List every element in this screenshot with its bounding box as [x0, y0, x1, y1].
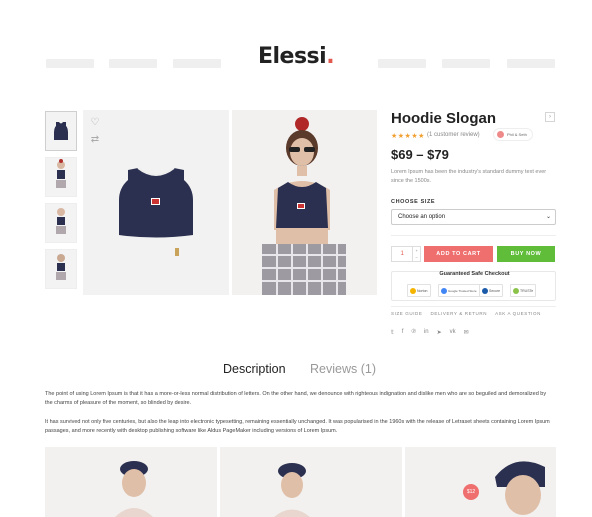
quantity-arrows: + −: [412, 247, 420, 261]
checkout-title: Guaranteed Safe Checkout: [439, 271, 510, 277]
twitter-icon[interactable]: 𝕥: [391, 329, 394, 336]
nav-link-placeholder[interactable]: [378, 59, 426, 68]
next-product-arrow-icon[interactable]: ›: [545, 112, 555, 122]
logo-text: Elessi: [257, 44, 327, 69]
size-guide-link[interactable]: SIZE GUIDE: [391, 311, 423, 316]
logo-dot: .: [326, 44, 335, 69]
product-image-main[interactable]: ♡ ⇄: [83, 110, 229, 295]
ask-question-link[interactable]: ASK A QUESTION: [495, 311, 541, 316]
thumbnail-tank-top[interactable]: [45, 111, 77, 151]
rating-stars: ★★★★★: [391, 133, 425, 140]
product-image-model[interactable]: [232, 110, 377, 295]
norton-badge: Norton: [407, 284, 431, 297]
share-icons: 𝕥 f ℗ in ➤ vk ✉: [391, 329, 469, 336]
nav-link-placeholder[interactable]: [507, 59, 555, 68]
description-paragraph: The point of using Lorem Ipsum is that i…: [45, 391, 547, 406]
site-logo[interactable]: Elessi.: [0, 44, 592, 69]
tab-description[interactable]: Description: [223, 362, 286, 376]
add-to-cart-button[interactable]: ADD TO CART: [424, 246, 493, 262]
size-select-value: Choose an option: [398, 214, 446, 220]
nav-link-placeholder[interactable]: [442, 59, 490, 68]
price-badge: $12: [463, 484, 479, 500]
quantity-value[interactable]: 1: [392, 247, 412, 261]
badge-label: Norton: [417, 288, 428, 293]
delivery-return-link[interactable]: DELIVERY & RETURN: [431, 311, 488, 316]
google-badge: Google Trusted Store: [438, 284, 480, 297]
pinterest-icon[interactable]: ℗: [411, 329, 415, 336]
facebook-icon[interactable]: f: [402, 329, 404, 336]
norton-check-icon: [410, 287, 416, 294]
size-label: CHOOSE SIZE: [391, 199, 436, 205]
avatar-icon: [497, 131, 504, 138]
description-paragraph: It has survived not only five centuries,…: [45, 419, 550, 434]
lifestyle-image: [220, 447, 402, 517]
badge-label: Google Trusted Store: [448, 288, 477, 293]
truste-icon: [513, 287, 519, 294]
badge-label: Secure: [489, 288, 501, 293]
review-count-link[interactable]: (1 customer review): [427, 132, 480, 138]
viewing-text: Phil & Seth: [507, 132, 527, 137]
secure-icon: [482, 287, 488, 294]
lifestyle-image: [405, 447, 556, 517]
thumbnail-model-back[interactable]: [45, 249, 77, 289]
tab-reviews[interactable]: Reviews (1): [310, 362, 376, 376]
lifestyle-image: [45, 447, 217, 517]
linkedin-icon[interactable]: in: [424, 329, 429, 336]
chevron-down-icon: ⌄: [545, 214, 551, 220]
increase-icon[interactable]: +: [413, 247, 420, 254]
compare-icon[interactable]: ⇄: [88, 132, 102, 146]
decrease-icon[interactable]: −: [413, 254, 420, 261]
vk-icon[interactable]: vk: [450, 329, 456, 336]
thumbnail-model-front[interactable]: [45, 157, 77, 197]
badge-label: TRUSTe: [520, 288, 534, 293]
thumbnail-list: [45, 111, 77, 295]
divider: [391, 235, 556, 236]
email-icon[interactable]: ✉: [464, 329, 469, 336]
secure-badge: Secure: [479, 284, 504, 297]
thumbnail-model-side[interactable]: [45, 203, 77, 243]
wishlist-heart-icon[interactable]: ♡: [88, 115, 102, 129]
short-description: Lorem Ipsum has been the industry's stan…: [391, 169, 547, 184]
google-icon: [441, 287, 447, 294]
truste-badge: TRUSTe: [510, 284, 537, 297]
buy-now-button[interactable]: BUY NOW: [497, 246, 555, 262]
model-image: [262, 117, 346, 295]
size-select[interactable]: Choose an option ⌄: [391, 209, 556, 225]
viewing-badge: Phil & Seth: [493, 128, 533, 141]
product-title: Hoodie Slogan: [391, 110, 496, 127]
tank-top-image: [119, 167, 193, 256]
product-price: $69 – $79: [391, 147, 449, 162]
product-links: SIZE GUIDE DELIVERY & RETURN ASK A QUESTIO…: [391, 311, 549, 316]
telegram-icon[interactable]: ➤: [437, 329, 442, 336]
quantity-stepper[interactable]: 1 + −: [391, 246, 421, 262]
safe-checkout-box: Guaranteed Safe Checkout Norton Google T…: [391, 271, 556, 301]
divider: [391, 306, 556, 307]
